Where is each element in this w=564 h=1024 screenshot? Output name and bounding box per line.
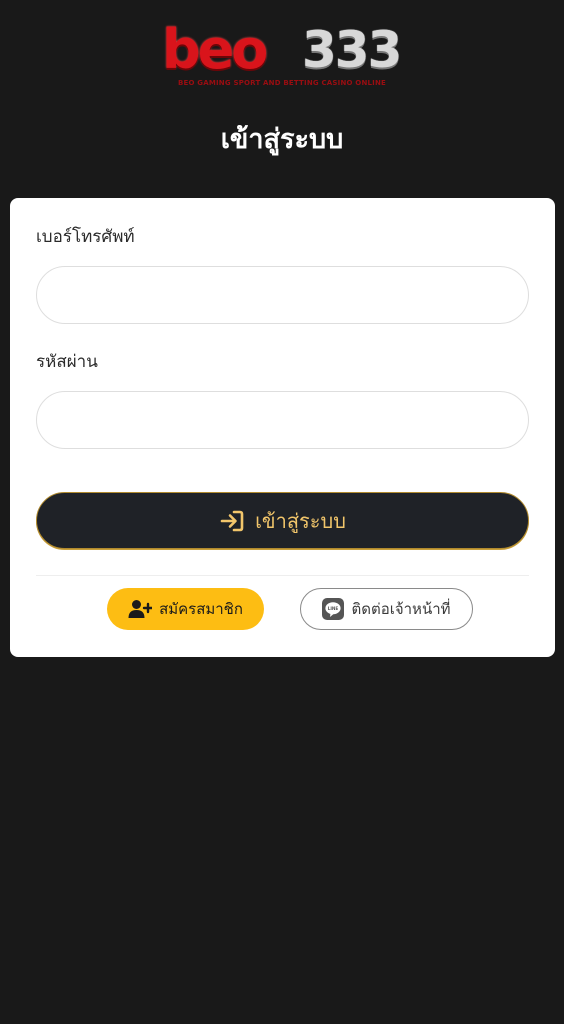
- sign-in-icon: [219, 509, 245, 533]
- password-label: รหัสผ่าน: [36, 352, 98, 372]
- logo-tagline: BEO GAMING SPORT AND BETTING CASINO ONLI…: [177, 79, 387, 87]
- logo-wordmark: beo 333: [162, 20, 402, 80]
- contact-staff-button[interactable]: LINE ติดต่อเจ้าหน้าที่: [300, 588, 473, 630]
- register-button-label: สมัครสมาชิก: [159, 600, 243, 618]
- login-button[interactable]: เข้าสู่ระบบ: [36, 492, 529, 549]
- login-card: เบอร์โทรศัพท์ รหัสผ่าน เข้าสู่ระบบ สมัคร…: [10, 198, 555, 657]
- line-icon: LINE: [322, 598, 345, 620]
- contact-button-label: ติดต่อเจ้าหน้าที่: [351, 600, 451, 618]
- page-title: เข้าสู่ระบบ: [220, 124, 344, 155]
- divider: [36, 575, 529, 576]
- login-button-label: เข้าสู่ระบบ: [255, 508, 346, 533]
- login-page: beo 333 BEO GAMING SPORT AND BETTING CAS…: [0, 0, 564, 1024]
- phone-input[interactable]: [36, 266, 529, 324]
- svg-text:LINE: LINE: [328, 606, 339, 611]
- site-logo[interactable]: beo 333 BEO GAMING SPORT AND BETTING CAS…: [0, 20, 564, 92]
- user-plus-icon: [128, 599, 153, 619]
- password-input[interactable]: [36, 391, 529, 449]
- phone-label: เบอร์โทรศัพท์: [36, 227, 135, 247]
- logo-brand-text: beo: [162, 18, 268, 81]
- register-button[interactable]: สมัครสมาชิก: [107, 588, 264, 630]
- logo-number-text: 333: [302, 21, 402, 79]
